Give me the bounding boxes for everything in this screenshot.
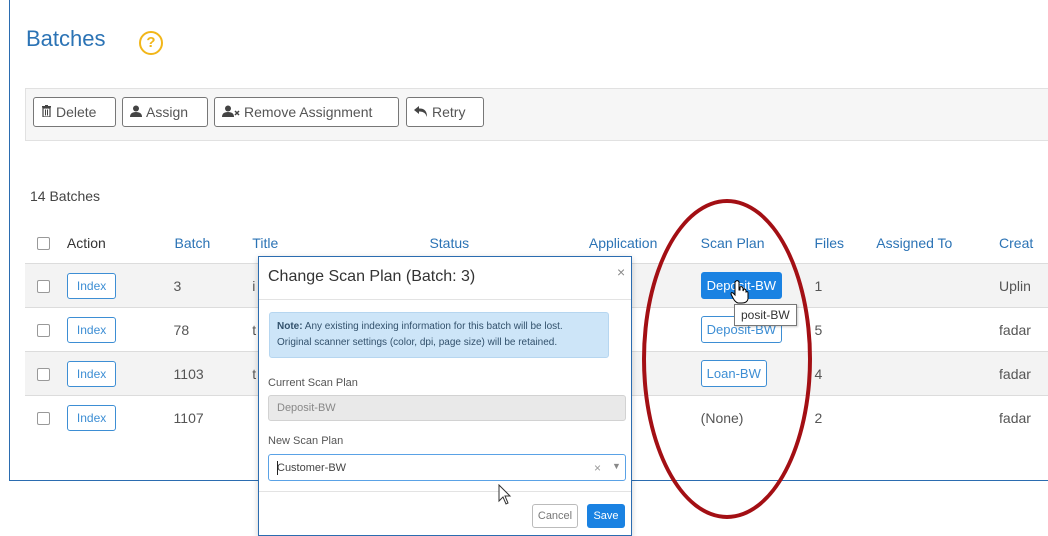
column-header-action: Action: [66, 222, 174, 264]
batch-cell: 3: [173, 263, 253, 308]
row-checkbox[interactable]: [37, 324, 50, 338]
save-button[interactable]: Save: [587, 504, 625, 528]
undo-arrow-icon: [414, 105, 428, 120]
index-button[interactable]: Index: [66, 272, 117, 299]
created-cell: Uplin: [999, 263, 1048, 308]
files-cell: 5: [814, 307, 877, 352]
index-button[interactable]: Index: [66, 316, 117, 343]
trash-icon: [41, 104, 52, 120]
delete-button[interactable]: Delete: [33, 97, 116, 127]
annotation-ellipse: [642, 199, 812, 519]
files-cell: 2: [814, 395, 877, 439]
column-header-assigned-to[interactable]: Assigned To: [876, 222, 1000, 264]
change-scan-plan-dialog: Change Scan Plan (Batch: 3) × Note: Any …: [258, 256, 632, 536]
dialog-title: Change Scan Plan (Batch: 3): [268, 268, 476, 285]
help-icon[interactable]: ?: [139, 31, 163, 55]
assigned-to-cell: [876, 351, 1000, 396]
delete-label: Delete: [56, 104, 97, 120]
remove-assignment-button[interactable]: Remove Assignment: [214, 97, 399, 127]
page-title: Batches: [26, 26, 106, 51]
batch-cell: 1107: [173, 395, 253, 439]
note-label: Note:: [277, 321, 303, 332]
row-checkbox[interactable]: [37, 280, 50, 294]
warning-note: Note: Any existing indexing information …: [269, 312, 609, 358]
user-icon: [130, 105, 142, 120]
files-cell: 4: [814, 351, 877, 396]
select-all-checkbox[interactable]: [25, 222, 67, 264]
created-cell: fadar: [999, 351, 1048, 396]
dialog-footer-divider: [259, 491, 631, 492]
column-header-batch[interactable]: Batch: [173, 222, 253, 264]
current-scan-plan-field: Deposit-BW: [268, 395, 626, 421]
chevron-down-icon[interactable]: ▼: [612, 461, 621, 471]
retry-button[interactable]: Retry: [406, 97, 484, 127]
batch-count: 14 Batches: [30, 188, 101, 204]
index-button[interactable]: Index: [66, 404, 117, 431]
remove-assignment-label: Remove Assignment: [244, 104, 373, 120]
assigned-to-cell: [876, 307, 1000, 352]
batch-cell: 78: [173, 307, 253, 352]
checkbox[interactable]: [37, 237, 50, 251]
note-text-line2: Original scanner settings (color, dpi, p…: [277, 337, 558, 348]
user-remove-icon: [222, 105, 240, 120]
current-scan-plan-label: Current Scan Plan: [268, 377, 358, 389]
clear-icon[interactable]: ×: [594, 461, 601, 475]
column-header-files[interactable]: Files: [814, 222, 877, 264]
created-cell: fadar: [999, 395, 1048, 439]
batch-cell: 1103: [173, 351, 253, 396]
assigned-to-cell: [876, 263, 1000, 308]
toolbar: Delete Assign Remove Assignment Retry: [25, 88, 1048, 141]
new-scan-plan-label: New Scan Plan: [268, 435, 344, 447]
assign-label: Assign: [146, 104, 189, 120]
cancel-button[interactable]: Cancel: [532, 504, 578, 528]
column-header-created[interactable]: Creat: [999, 222, 1048, 264]
row-checkbox[interactable]: [37, 368, 50, 382]
index-button[interactable]: Index: [66, 360, 117, 387]
assigned-to-cell: [876, 395, 1000, 439]
retry-label: Retry: [432, 104, 466, 120]
new-scan-plan-value: Customer-BW: [277, 462, 347, 474]
arrow-cursor-icon: [498, 483, 512, 511]
row-checkbox[interactable]: [37, 412, 50, 426]
new-scan-plan-select[interactable]: Customer-BW × ▼: [268, 454, 626, 481]
created-cell: fadar: [999, 307, 1048, 352]
dialog-header: Change Scan Plan (Batch: 3) ×: [259, 257, 631, 300]
files-cell: 1: [814, 263, 877, 308]
assign-button[interactable]: Assign: [122, 97, 208, 127]
note-text-line1: Any existing indexing information for th…: [302, 321, 563, 332]
close-icon[interactable]: ×: [617, 264, 625, 280]
text-cursor: [277, 461, 278, 475]
